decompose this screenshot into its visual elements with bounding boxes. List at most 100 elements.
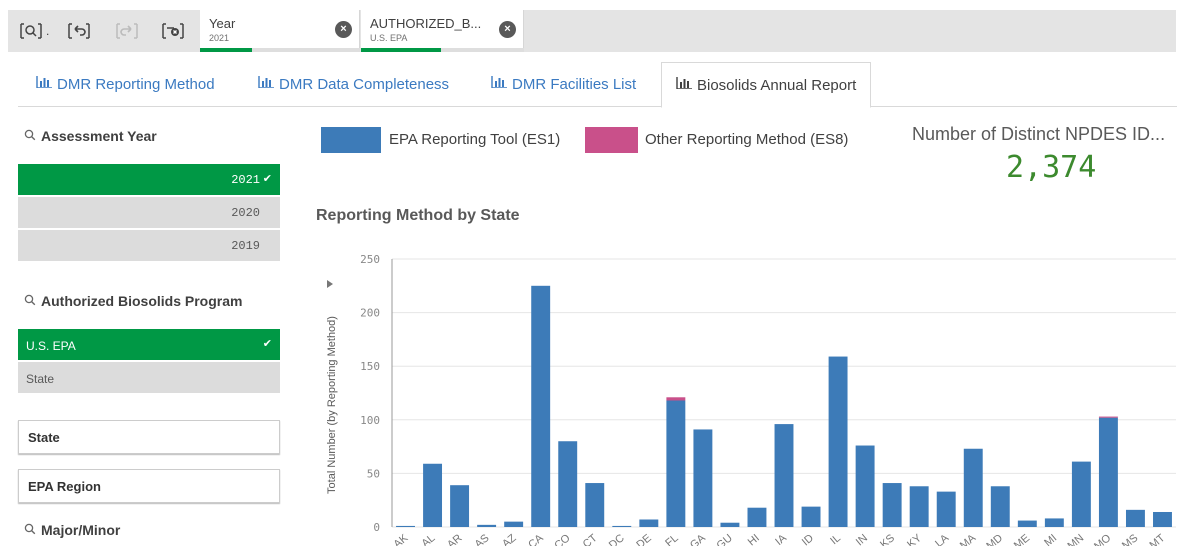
major-minor-header[interactable]: Major/Minor (24, 522, 120, 538)
smart-search-icon[interactable] (18, 19, 44, 43)
search-icon[interactable] (24, 128, 36, 144)
legend-swatch-es1 (321, 127, 381, 153)
search-icon[interactable] (24, 522, 36, 538)
x-tick-label: KY (905, 532, 924, 546)
expand-arrow-icon (327, 280, 333, 288)
filter-label: EPA Region (28, 479, 101, 494)
x-tick-label: CT (581, 532, 600, 546)
bar-al-es1 (423, 463, 443, 527)
y-tick-label: 200 (360, 307, 380, 320)
epa-region-filter[interactable]: EPA Region (18, 469, 280, 503)
bar-fl-es1 (666, 400, 686, 527)
bar-mi-es1 (1044, 518, 1064, 527)
assessment-year-header[interactable]: Assessment Year (24, 128, 157, 144)
bar-mo-es8 (1098, 416, 1118, 418)
x-tick-label: DC (607, 532, 627, 546)
selection-state-bar (200, 48, 252, 52)
x-tick-label: LA (933, 532, 952, 546)
step-back-icon[interactable] (66, 19, 92, 43)
x-tick-label: CO (552, 532, 573, 546)
bar-ar-es1 (450, 485, 470, 527)
filter-title: Authorized Biosolids Program (41, 293, 243, 309)
program-header[interactable]: Authorized Biosolids Program (24, 293, 242, 309)
step-forward-icon[interactable] (114, 19, 140, 43)
x-tick-label: DE (634, 532, 653, 546)
bar-id-es1 (801, 506, 821, 527)
legend-label-es1[interactable]: EPA Reporting Tool (ES1) (389, 131, 560, 148)
list-item-label: State (26, 372, 55, 386)
x-tick-label: MD (984, 532, 1005, 546)
x-tick-label: MS (1120, 532, 1140, 546)
bar-fl-es8 (666, 397, 686, 401)
bar-ia-es1 (774, 424, 794, 527)
x-tick-label: AS (473, 532, 492, 546)
y-tick-label: 100 (360, 414, 380, 427)
checkmark-icon: ✔ (262, 338, 272, 350)
state-filter[interactable]: State (18, 420, 280, 454)
x-tick-label: MI (1042, 532, 1059, 546)
selection-state-bar (361, 48, 441, 52)
bar-mt-es1 (1153, 511, 1172, 527)
bar-chart-icon (676, 62, 692, 107)
tab-dmr-reporting-method[interactable]: DMR Reporting Method (22, 62, 229, 107)
bar-chart-icon (258, 61, 274, 106)
bar-il-es1 (828, 356, 848, 527)
bar-mn-es1 (1071, 461, 1091, 527)
bar-ga-es1 (693, 429, 713, 527)
selection-chip-year[interactable]: Year 2021 × (200, 10, 360, 52)
tab-label: DMR Facilities List (512, 76, 637, 93)
tab-biosolids-annual-report[interactable]: Biosolids Annual Report (661, 62, 872, 108)
x-tick-label: KS (878, 532, 897, 546)
filter-title: Major/Minor (41, 522, 121, 538)
selection-chip-program[interactable]: AUTHORIZED_B... U.S. EPA × (361, 10, 524, 52)
x-tick-label: MT (1148, 532, 1168, 546)
checkmark-icon: ✔ (262, 173, 272, 185)
x-tick-label: GA (688, 532, 708, 546)
search-icon[interactable] (24, 293, 36, 309)
tab-dmr-facilities-list[interactable]: DMR Facilities List (477, 62, 650, 107)
y-tick-label: 50 (367, 467, 380, 480)
clear-all-icon[interactable] (160, 19, 186, 43)
bar-chart-icon (491, 61, 507, 106)
list-item-2020[interactable]: 2020 (18, 197, 280, 229)
bar-me-es1 (1017, 520, 1037, 527)
kpi-value: 2,374 (1006, 150, 1097, 185)
legend-swatch-es8 (585, 127, 638, 153)
bar-ms-es1 (1125, 509, 1145, 527)
sheet-tabs: DMR Reporting Method DMR Data Completene… (18, 62, 1177, 108)
bar-ky-es1 (909, 486, 929, 527)
bar-chart-icon (36, 61, 52, 106)
x-tick-label: AL (419, 532, 437, 546)
x-tick-label: MN (1065, 532, 1086, 546)
list-item-2019[interactable]: 2019 (18, 230, 280, 262)
legend-label-es8[interactable]: Other Reporting Method (ES8) (645, 131, 848, 148)
list-item-2021[interactable]: 2021 ✔ (18, 164, 280, 196)
bar-gu-es1 (720, 522, 740, 527)
filter-label: State (28, 430, 60, 445)
tab-dmr-data-completeness[interactable]: DMR Data Completeness (244, 62, 463, 107)
selections-bar: . Year 2021 × AUTHORIZED_B... U.S. EPA × (8, 10, 1176, 52)
dot-separator: . (46, 24, 50, 38)
bar-co-es1 (558, 441, 578, 527)
list-item-state[interactable]: State (18, 362, 280, 394)
kpi-label: Number of Distinct NPDES ID... (912, 124, 1166, 144)
bar-in-es1 (855, 445, 875, 527)
tab-label: DMR Reporting Method (57, 76, 215, 93)
bar-de-es1 (639, 519, 659, 527)
chip-title: AUTHORIZED_B... (370, 16, 482, 31)
bar-md-es1 (990, 486, 1010, 527)
tab-label: Biosolids Annual Report (697, 77, 857, 94)
x-tick-label: CA (526, 532, 546, 546)
reporting-method-bar-chart[interactable]: Total Number (by Reporting Method) 0 50 100… (320, 240, 1177, 546)
x-tick-label: FL (663, 532, 681, 546)
list-item-us-epa[interactable]: U.S. EPA ✔ (18, 329, 280, 361)
y-axis-label: Total Number (by Reporting Method) (326, 316, 338, 494)
bar-ca-es1 (531, 285, 551, 527)
y-tick-label: 0 (373, 521, 380, 534)
close-icon[interactable]: × (335, 21, 352, 38)
bar-ak-es1 (396, 525, 415, 527)
x-tick-label: MO (1092, 532, 1114, 546)
close-icon[interactable]: × (499, 21, 516, 38)
bar-az-es1 (504, 521, 524, 527)
selection-state-bar-rest (441, 48, 524, 52)
